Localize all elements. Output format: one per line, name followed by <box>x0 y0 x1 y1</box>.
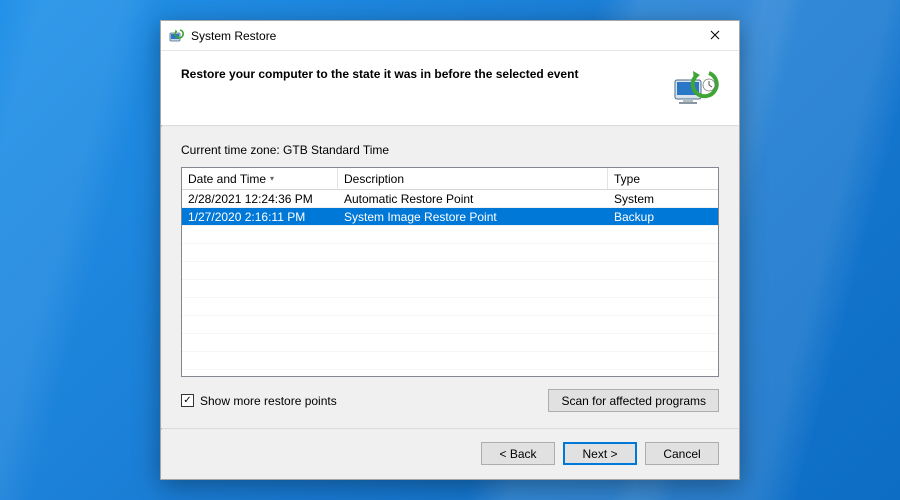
column-type[interactable]: Type <box>608 168 718 189</box>
show-more-checkbox[interactable]: ✓ Show more restore points <box>181 394 337 408</box>
window-title: System Restore <box>191 29 693 43</box>
table-header: Date and Time ▾ Description Type <box>182 168 718 190</box>
dialog-body: Current time zone: GTB Standard Time Dat… <box>161 127 739 428</box>
cell-description: System Image Restore Point <box>338 210 608 224</box>
table-row-empty <box>182 244 718 262</box>
column-description-label: Description <box>344 172 404 186</box>
checkbox-box: ✓ <box>181 394 194 407</box>
column-date-time[interactable]: Date and Time ▾ <box>182 168 338 189</box>
cell-type: Backup <box>608 210 718 224</box>
cancel-button[interactable]: Cancel <box>645 442 719 465</box>
table-row[interactable]: 1/27/2020 2:16:11 PMSystem Image Restore… <box>182 208 718 226</box>
close-icon <box>710 30 720 40</box>
table-row-empty <box>182 262 718 280</box>
column-date-label: Date and Time <box>188 172 266 186</box>
dialog-footer: < Back Next > Cancel <box>161 430 739 479</box>
table-row-empty <box>182 298 718 316</box>
sort-indicator-icon: ▾ <box>270 174 274 183</box>
table-row[interactable]: 2/28/2021 12:24:36 PMAutomatic Restore P… <box>182 190 718 208</box>
table-body: 2/28/2021 12:24:36 PMAutomatic Restore P… <box>182 190 718 376</box>
cell-date: 1/27/2020 2:16:11 PM <box>182 210 338 224</box>
next-button[interactable]: Next > <box>563 442 637 465</box>
close-button[interactable] <box>693 21 737 49</box>
cell-type: System <box>608 192 718 206</box>
table-row-empty <box>182 280 718 298</box>
restore-points-table: Date and Time ▾ Description Type 2/28/20… <box>181 167 719 377</box>
restore-big-icon <box>673 67 719 107</box>
system-restore-icon <box>169 28 185 44</box>
titlebar[interactable]: System Restore <box>161 21 739 51</box>
table-row-empty <box>182 370 718 376</box>
back-button[interactable]: < Back <box>481 442 555 465</box>
scan-affected-button[interactable]: Scan for affected programs <box>548 389 719 412</box>
dialog-heading: Restore your computer to the state it wa… <box>181 67 661 81</box>
cell-date: 2/28/2021 12:24:36 PM <box>182 192 338 206</box>
table-row-empty <box>182 226 718 244</box>
table-row-empty <box>182 316 718 334</box>
column-description[interactable]: Description <box>338 168 608 189</box>
timezone-label: Current time zone: GTB Standard Time <box>181 143 719 157</box>
system-restore-dialog: System Restore Restore your computer to … <box>160 20 740 480</box>
dialog-header: Restore your computer to the state it wa… <box>161 51 739 125</box>
cell-description: Automatic Restore Point <box>338 192 608 206</box>
table-row-empty <box>182 352 718 370</box>
below-table-controls: ✓ Show more restore points Scan for affe… <box>181 377 719 424</box>
table-row-empty <box>182 334 718 352</box>
show-more-label: Show more restore points <box>200 394 337 408</box>
column-type-label: Type <box>614 172 640 186</box>
